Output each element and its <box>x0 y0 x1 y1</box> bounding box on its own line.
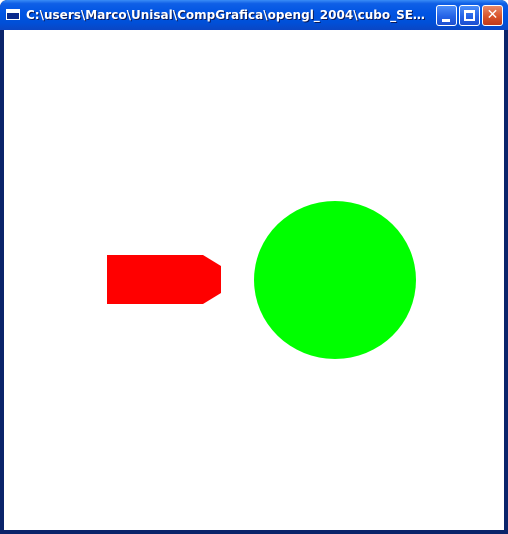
green-circle <box>254 201 416 359</box>
minimize-icon <box>442 19 450 22</box>
app-icon-bar <box>7 10 19 13</box>
scene-svg <box>4 30 504 530</box>
title-bar[interactable]: C:\users\Marco\Unisal\CompGrafica\opengl… <box>0 0 508 30</box>
window-app-icon[interactable] <box>6 9 20 20</box>
app-window: C:\users\Marco\Unisal\CompGrafica\opengl… <box>0 0 508 534</box>
minimize-button[interactable] <box>436 5 457 26</box>
red-polygon <box>107 255 221 304</box>
window-title: C:\users\Marco\Unisal\CompGrafica\opengl… <box>26 8 431 22</box>
maximize-icon <box>464 10 475 21</box>
close-button[interactable]: ✕ <box>482 5 503 26</box>
maximize-button[interactable] <box>459 5 480 26</box>
close-icon: ✕ <box>486 7 499 23</box>
opengl-canvas[interactable] <box>4 30 504 530</box>
